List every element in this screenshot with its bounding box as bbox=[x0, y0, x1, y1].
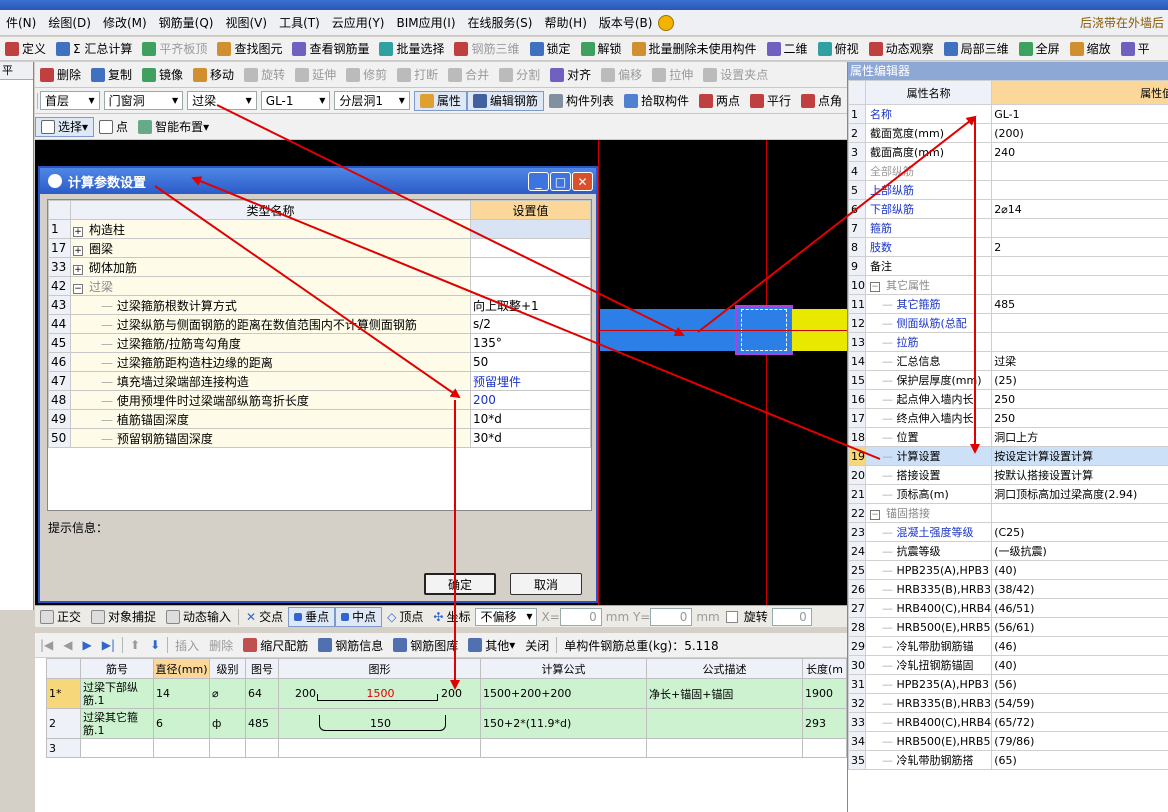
arrow bbox=[154, 185, 461, 399]
annotation-arrows bbox=[154, 104, 980, 690]
arrow bbox=[191, 176, 881, 460]
arrow bbox=[216, 104, 685, 336]
arrow bbox=[697, 115, 977, 333]
